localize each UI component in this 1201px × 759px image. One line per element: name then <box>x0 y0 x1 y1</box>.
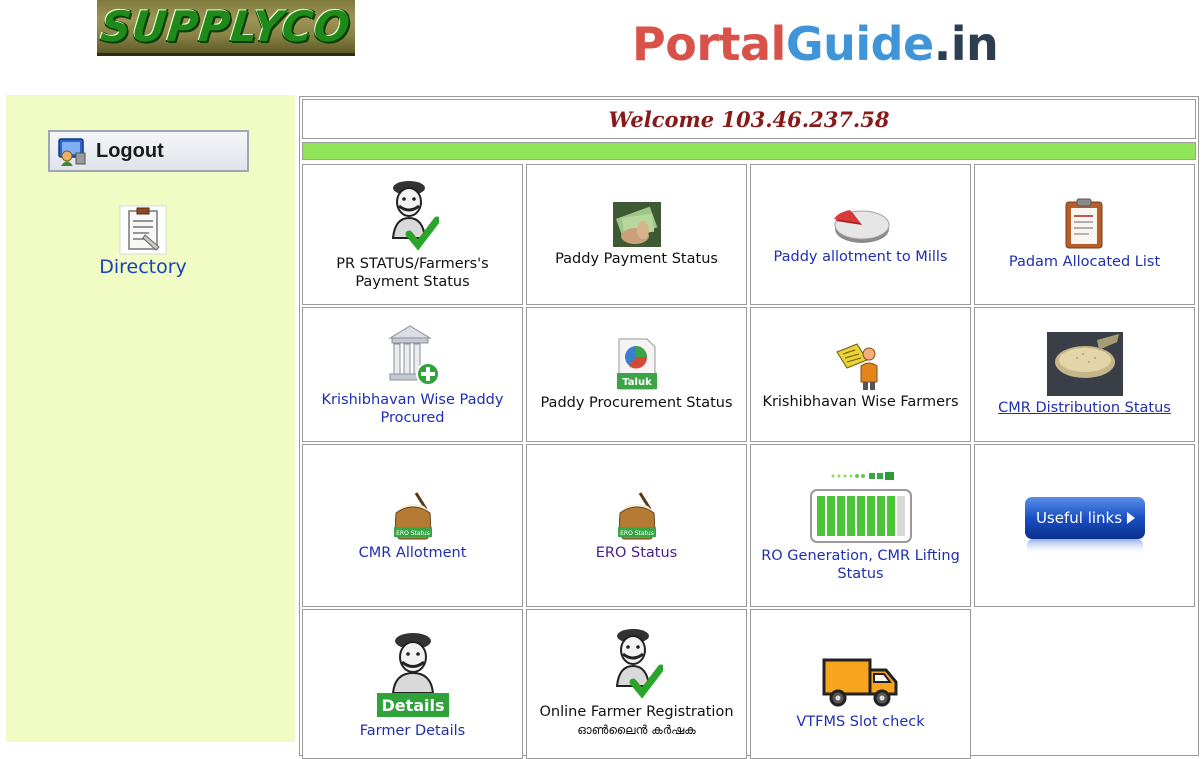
logout-label: Logout <box>96 139 164 162</box>
tile-online-farmer-registration[interactable]: Online Farmer Registration ഓൺലൈൻ കർഷക <box>526 609 747 759</box>
supplyco-logo[interactable]: SUPPLYCO <box>97 0 355 56</box>
tile-label: Paddy allotment to Mills <box>773 249 948 265</box>
details-badge: Details <box>381 696 444 715</box>
logout-icon <box>56 135 88 167</box>
tile-label-line2: Status <box>837 566 884 582</box>
welcome-row: Welcome 103.46.237.58 <box>302 99 1196 139</box>
pie-chart-icon <box>833 210 889 243</box>
tile-label-line2: ഓൺലൈൻ കർഷക <box>577 723 696 737</box>
tile-paddy-allotment-mills[interactable]: Paddy allotment to Mills <box>750 164 971 305</box>
tile-label: ERO Status <box>595 545 678 561</box>
bank-add-icon <box>387 325 440 386</box>
portalguide-logo-part2: Guide <box>785 17 934 71</box>
farmer-check-icon <box>615 629 663 699</box>
taluk-badge: Taluk <box>622 377 652 388</box>
logout-button[interactable]: Logout <box>48 130 249 172</box>
tile-paddy-payment-status[interactable]: Paddy Payment Status <box>526 164 747 305</box>
rice-sack-icon: ERO Status <box>393 492 432 540</box>
tile-farmer-details[interactable]: Details Farmer Details <box>302 609 523 759</box>
tile-label-line1: PR STATUS/Farmers's <box>336 256 489 272</box>
portalguide-logo[interactable]: PortalGuide.in <box>632 16 999 72</box>
delivery-truck-icon <box>822 658 897 707</box>
tile-label-line2: Procured <box>380 410 445 426</box>
supplyco-logo-text: SUPPLYCO <box>98 2 354 51</box>
farmer-check-icon <box>391 181 439 251</box>
tile-cmr-allotment[interactable]: ERO Status CMR Allotment <box>302 444 523 607</box>
taluk-report-icon: Taluk <box>616 338 657 390</box>
directory-label: Directory <box>99 256 187 278</box>
tile-label: Padam Allocated List <box>1008 254 1161 270</box>
tile-vtfms-slot-check[interactable]: VTFMS Slot check <box>750 609 971 759</box>
person-map-icon <box>835 343 877 390</box>
tile-ro-generation-cmr-lifting[interactable]: RO Generation, CMR Lifting Status <box>750 444 971 607</box>
tile-cmr-distribution-status[interactable]: CMR Distribution Status <box>974 307 1195 442</box>
useful-links-text: Useful links <box>1035 509 1121 527</box>
tile-krishibhavan-farmers[interactable]: Krishibhavan Wise Farmers <box>750 307 971 442</box>
tile-krishibhavan-paddy-procured[interactable]: Krishibhavan Wise Paddy Procured <box>302 307 523 442</box>
tile-label: CMR Allotment <box>358 545 467 561</box>
tile-paddy-procurement-status[interactable]: Taluk Paddy Procurement Status <box>526 307 747 442</box>
clipboard-icon <box>119 205 167 255</box>
tile-label: CMR Distribution Status <box>998 400 1171 416</box>
sidebar: Logout Directory <box>6 95 295 742</box>
tile-label-line1: Online Farmer Registration <box>539 704 734 720</box>
money-photo-icon <box>612 201 661 247</box>
portalguide-logo-part3: .in <box>933 17 999 71</box>
main-panel: Welcome 103.46.237.58 PR STATUS/Farmers'… <box>299 96 1199 759</box>
farmer-details-icon: Details <box>376 632 449 717</box>
rice-sack-icon: ERO Status <box>617 492 656 540</box>
tile-label-line2: Payment Status <box>355 274 470 290</box>
tile-label: Paddy Payment Status <box>555 250 718 267</box>
welcome-text: Welcome 103.46.237.58 <box>608 106 890 132</box>
green-divider-bar <box>302 142 1196 160</box>
tile-label-line1: RO Generation, CMR Lifting <box>761 548 960 564</box>
useful-links-button[interactable]: Useful links <box>1023 495 1147 557</box>
tile-padam-allocated-list[interactable]: Padam Allocated List <box>974 164 1195 305</box>
directory-link[interactable]: Directory <box>68 205 218 278</box>
tile-label: Krishibhavan Wise Farmers <box>762 394 959 410</box>
portalguide-logo-part1: Portal <box>632 17 786 71</box>
sack-badge: ERO Status <box>620 530 654 537</box>
sack-badge: ERO Status <box>396 530 430 537</box>
rice-bowl-photo-icon <box>1046 332 1123 396</box>
tile-label: Farmer Details <box>359 722 466 739</box>
tile-label-line1: Krishibhavan Wise Paddy <box>321 392 504 408</box>
tile-ero-status[interactable]: ERO Status ERO Status <box>526 444 747 607</box>
tile-label: VTFMS Slot check <box>796 714 925 730</box>
tile-label: Paddy Procurement Status <box>540 395 733 411</box>
clipboard-icon <box>1065 198 1102 249</box>
tile-pr-status[interactable]: PR STATUS/Farmers's Payment Status <box>302 164 523 305</box>
battery-progress-icon <box>809 472 912 543</box>
tile-useful-links[interactable]: Useful links <box>974 444 1195 607</box>
